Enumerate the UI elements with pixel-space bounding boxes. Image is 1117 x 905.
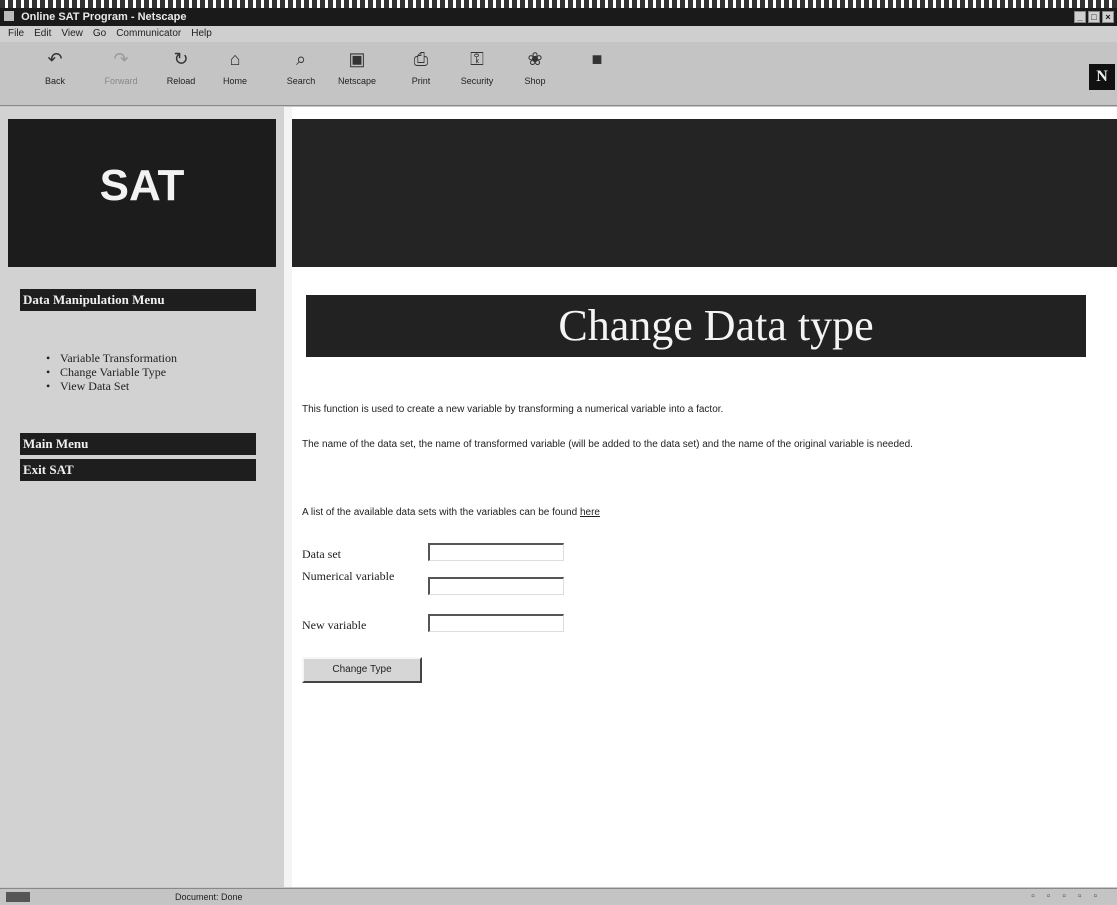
instructions-text: The name of the data set, the name of tr… xyxy=(302,439,913,450)
maximize-button[interactable]: □ xyxy=(1088,11,1100,23)
netscape-button[interactable]: ▣ Netscape xyxy=(332,48,382,102)
print-button[interactable]: ⎙ Print xyxy=(396,48,446,102)
here-link[interactable]: here xyxy=(580,507,600,518)
window-title: Online SAT Program - Netscape xyxy=(21,11,187,23)
menu-go[interactable]: Go xyxy=(93,26,106,42)
change-type-button[interactable]: Change Type xyxy=(302,657,422,683)
status-bar: Document: Done ▫ ▫ ▫ ▫ ▫ xyxy=(0,888,1117,905)
menu-item-view-data-set[interactable]: View Data Set xyxy=(46,379,177,393)
netscape-icon: ▣ xyxy=(348,49,366,69)
menu-bar: File Edit View Go Communicator Help xyxy=(0,26,1117,42)
shop-icon: ❀ xyxy=(527,49,543,69)
shop-button[interactable]: ❀ Shop xyxy=(510,48,560,102)
tray-icon-4: ▫ xyxy=(1077,891,1082,902)
menu-item-change-variable-type[interactable]: Change Variable Type xyxy=(46,365,177,379)
data-sets-text: A list of the available data sets with t… xyxy=(302,507,580,518)
exit-sat-link[interactable]: Exit SAT xyxy=(20,459,256,481)
stop-icon: ■ xyxy=(591,49,603,69)
title-bar: Online SAT Program - Netscape _ □ × xyxy=(0,8,1117,26)
sidebar: SAT Data Manipulation Menu Variable Tran… xyxy=(0,107,284,887)
menu-edit[interactable]: Edit xyxy=(34,26,51,42)
tray-icon-2: ▫ xyxy=(1046,891,1051,902)
menu-file[interactable]: File xyxy=(8,26,24,42)
print-icon: ⎙ xyxy=(413,49,429,69)
security-label: Security xyxy=(460,76,494,86)
page-content: SAT Data Manipulation Menu Variable Tran… xyxy=(0,107,1117,887)
data-sets-sentence: A list of the available data sets with t… xyxy=(302,507,1102,519)
tray-icon-1: ▫ xyxy=(1031,891,1035,902)
description-text: This function is used to create a new va… xyxy=(302,404,724,415)
forward-label: Forward xyxy=(104,76,138,86)
back-button[interactable]: ↶ Back xyxy=(30,48,80,102)
menu-communicator[interactable]: Communicator xyxy=(116,26,181,42)
netscape-logo: N xyxy=(1089,64,1115,90)
reload-label: Reload xyxy=(166,76,196,86)
tray-icon-3: ▫ xyxy=(1062,891,1066,902)
minimize-button[interactable]: _ xyxy=(1074,11,1086,23)
search-label: Search xyxy=(286,76,316,86)
reload-icon: ↻ xyxy=(173,49,189,69)
browser-window: Online SAT Program - Netscape _ □ × File… xyxy=(0,8,1117,905)
shop-label: Shop xyxy=(524,76,546,86)
stop-button[interactable]: ■ xyxy=(572,48,622,102)
frame-divider xyxy=(284,107,292,887)
back-arrow-icon: ↶ xyxy=(47,49,63,69)
menu-help[interactable]: Help xyxy=(191,26,212,42)
status-tray: ▫ ▫ ▫ ▫ ▫ xyxy=(1031,889,1097,905)
sat-logo-box: SAT xyxy=(8,119,276,267)
search-button[interactable]: ⌕ Search xyxy=(276,48,326,102)
data-manipulation-menu: Variable Transformation Change Variable … xyxy=(46,351,177,393)
print-label: Print xyxy=(411,76,431,86)
status-text: Document: Done xyxy=(175,892,243,902)
sat-logo: SAT xyxy=(99,161,185,210)
header-banner xyxy=(292,119,1117,267)
tray-icon-5: ▫ xyxy=(1093,891,1097,902)
navigation-toolbar: ↶ Back ↷ Forward ↻ Reload ⌂ Home ⌕ Searc… xyxy=(0,42,1117,106)
scan-border xyxy=(0,0,1117,8)
forward-arrow-icon: ↷ xyxy=(113,49,129,69)
netscape-window-icon xyxy=(4,11,14,21)
menu-item-variable-transformation[interactable]: Variable Transformation xyxy=(46,351,177,365)
netscape-label: Netscape xyxy=(337,76,377,86)
forward-button[interactable]: ↷ Forward xyxy=(96,48,146,102)
search-icon: ⌕ xyxy=(295,49,307,69)
main-menu-link[interactable]: Main Menu xyxy=(20,433,256,455)
home-button[interactable]: ⌂ Home xyxy=(210,48,260,102)
security-button[interactable]: ⚿ Security xyxy=(452,48,502,102)
menu-view[interactable]: View xyxy=(61,26,83,42)
data-set-input[interactable] xyxy=(428,543,564,561)
data-manipulation-menu-heading: Data Manipulation Menu xyxy=(20,289,256,311)
lock-icon: ⚿ xyxy=(470,49,484,69)
home-label: Home xyxy=(222,76,247,86)
new-variable-input[interactable] xyxy=(428,614,564,632)
back-label: Back xyxy=(44,76,65,86)
reload-button[interactable]: ↻ Reload xyxy=(156,48,206,102)
home-icon: ⌂ xyxy=(229,49,241,69)
window-controls: _ □ × xyxy=(1074,11,1114,23)
new-variable-label: New variable xyxy=(302,618,367,632)
data-set-label: Data set xyxy=(302,547,341,561)
close-button[interactable]: × xyxy=(1102,11,1114,23)
numerical-variable-input[interactable] xyxy=(428,577,564,595)
connection-status-icon xyxy=(6,892,30,902)
page-title: Change Data type xyxy=(306,295,1086,357)
numerical-variable-label: Numerical variable xyxy=(302,569,395,583)
